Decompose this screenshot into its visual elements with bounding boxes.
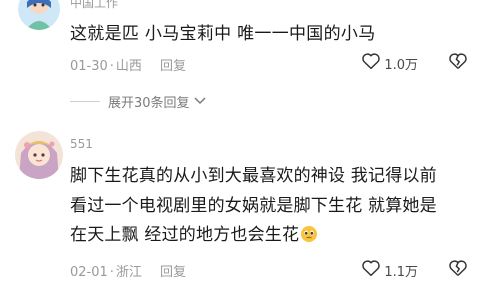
heart-broken-icon[interactable] [448, 52, 468, 74]
comment-line: 看过一个电视剧里的女娲就是脚下生花 就算她是 [70, 195, 437, 216]
username[interactable]: 551 [70, 137, 93, 151]
comment-meta: 02-01 · 浙江 回复 [70, 265, 186, 280]
comment-meta: 01-30 · 山西 回复 [70, 59, 186, 74]
comment-line: 脚下生花真的从小到大最喜欢的神设 我记得以前 [70, 166, 437, 186]
chevron-down-icon [194, 94, 206, 109]
username[interactable]: 中国工作 [70, 0, 118, 11]
comment-line-text: 在天上飘 经过的地方也会生花 [70, 225, 300, 245]
heart-broken-icon[interactable] [448, 259, 468, 281]
pleading-face-icon [300, 224, 318, 254]
divider-line [70, 101, 100, 102]
comment-text: 脚下生花真的从小到大最喜欢的神设 我记得以前 看过一个电视剧里的女娲就是脚下生花… [70, 162, 470, 254]
expand-replies-button[interactable]: 展开30条回复 [70, 92, 206, 111]
reply-button[interactable]: 回复 [160, 59, 186, 74]
like-button[interactable]: 1.1万 [361, 259, 418, 281]
comment-location: 浙江 [115, 265, 142, 280]
reply-button[interactable]: 回复 [160, 265, 186, 280]
avatar[interactable] [18, 0, 60, 30]
expand-replies-label: 展开30条回复 [108, 96, 190, 111]
like-button[interactable]: 1.0万 [361, 52, 418, 74]
comment-location: 山西 [115, 59, 142, 74]
comment-line-3: 在天上飘 经过的地方也会生花 [70, 221, 470, 254]
like-count: 1.1万 [384, 264, 418, 280]
comment-date: 02-01 [70, 265, 108, 280]
comment-text: 这就是匹 小马宝莉中 唯一一中国的小马 [70, 24, 376, 44]
comment-date: 01-30 [70, 59, 108, 74]
like-count: 1.0万 [384, 57, 418, 73]
heart-outline-icon [361, 259, 381, 281]
avatar[interactable] [15, 131, 63, 179]
heart-outline-icon [361, 52, 381, 74]
